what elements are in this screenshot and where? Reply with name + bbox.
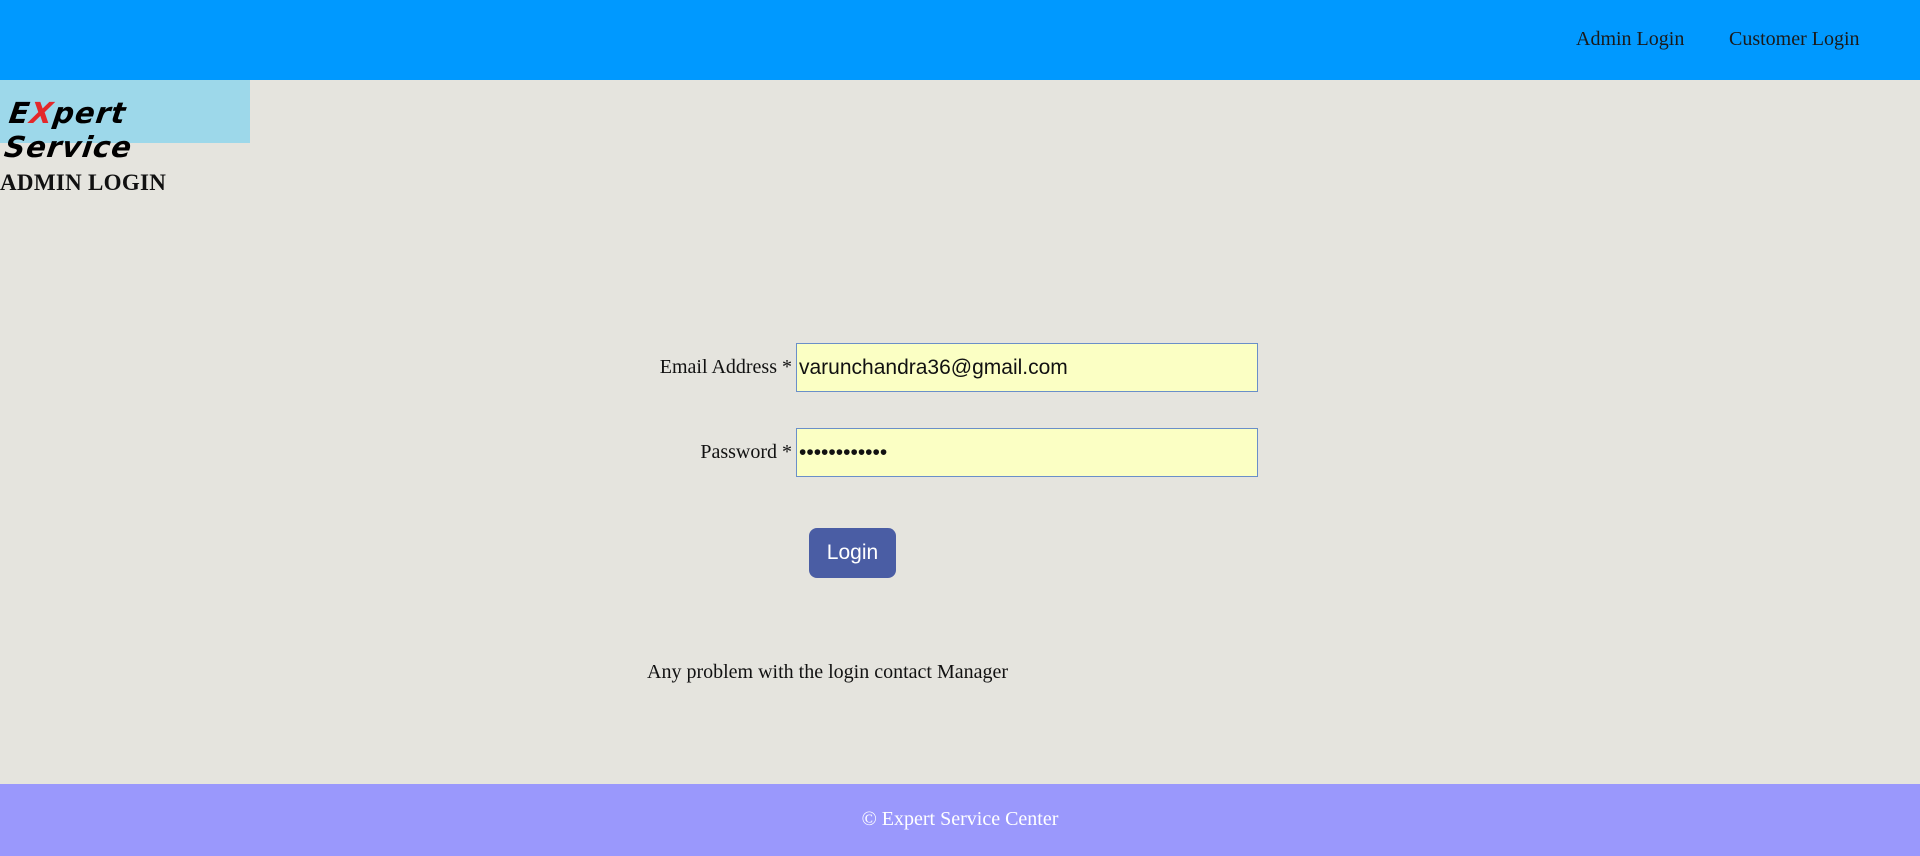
email-field[interactable] bbox=[796, 343, 1258, 392]
login-button[interactable]: Login bbox=[809, 528, 896, 578]
password-label: Password * bbox=[700, 441, 792, 463]
login-help-text: Any problem with the login contact Manag… bbox=[647, 661, 1009, 683]
email-label: Email Address * bbox=[659, 356, 792, 378]
password-field[interactable] bbox=[796, 428, 1258, 477]
footer: © Expert Service Center bbox=[0, 784, 1920, 856]
nav-customer-login-link[interactable]: Customer Login bbox=[1729, 28, 1860, 51]
nav-admin-login-link[interactable]: Admin Login bbox=[1576, 28, 1684, 51]
logo-text: EXpert Service bbox=[2, 96, 255, 164]
page-title: ADMIN LOGIN bbox=[0, 170, 167, 195]
site-logo[interactable]: EXpert Service bbox=[0, 80, 250, 164]
top-navbar: Admin Login Customer Login bbox=[0, 0, 1920, 80]
footer-copyright: © Expert Service Center bbox=[861, 808, 1059, 830]
